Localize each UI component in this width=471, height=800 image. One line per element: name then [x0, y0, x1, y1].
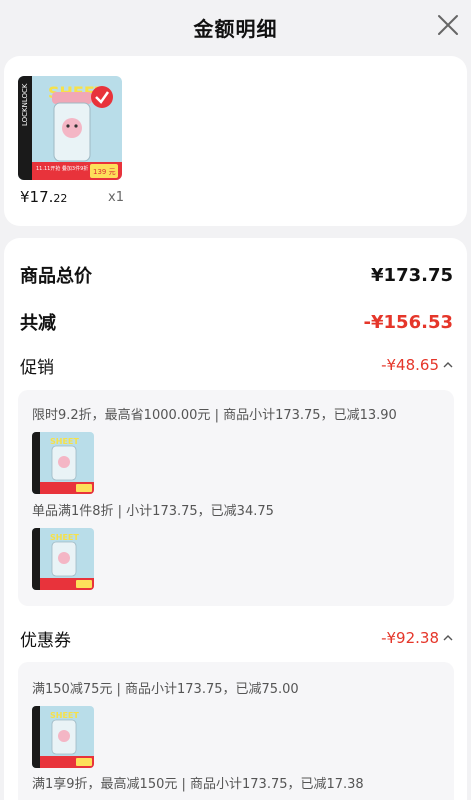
mini-product-image: SHEET: [32, 706, 94, 768]
coupon-row[interactable]: 优惠券 -¥92.38: [20, 623, 453, 653]
detail-card: 商品总价 ¥173.75 共减 -¥156.53 促销 -¥48.65 限时9.…: [4, 238, 467, 800]
total-label: 商品总价: [20, 266, 92, 287]
coupon-value-wrap[interactable]: -¥92.38: [381, 629, 453, 647]
discount-label: 共减: [20, 313, 56, 334]
badge-text: 11.11开抢 叠加3件9折: [36, 165, 88, 172]
badge-price: 139 元: [93, 168, 116, 176]
promotion-item-image-1[interactable]: SHEET: [32, 432, 94, 494]
product-price: ¥17.22: [20, 188, 67, 206]
chevron-up-icon[interactable]: [443, 633, 453, 643]
price-main: ¥17.: [20, 188, 54, 206]
promotion-row[interactable]: 促销 -¥48.65: [20, 350, 453, 380]
total-row: 商品总价 ¥173.75: [20, 260, 453, 290]
discount-row: 共减 -¥156.53: [20, 307, 453, 337]
page-title: 金额明细: [193, 17, 278, 41]
page-header: 金额明细: [0, 0, 471, 52]
coupon-rule-2: 满1享9折，最高减150元 | 商品小计173.75，已减17.38: [32, 777, 364, 792]
promotion-rule-2: 单品满1件8折 | 小计173.75，已减34.75: [32, 504, 274, 519]
mini-product-image: SHEET: [32, 432, 94, 494]
svg-text:SHEET: SHEET: [50, 711, 79, 720]
product-card: LOCKNLOCK SHEET 11.11开抢 叠加3件9折 139 元 ¥17…: [4, 56, 467, 226]
promotion-value: -¥48.65: [381, 356, 439, 374]
promotion-value-wrap[interactable]: -¥48.65: [381, 356, 453, 374]
promotion-details: 限时9.2折，最高省1000.00元 | 商品小计173.75，已减13.90 …: [18, 390, 454, 606]
close-icon: [438, 15, 458, 35]
coupon-rule-1: 满150减75元 | 商品小计173.75，已减75.00: [32, 682, 299, 697]
coupon-details: 满150减75元 | 商品小计173.75，已减75.00 SHEET 满1享9…: [18, 662, 454, 800]
promotion-label: 促销: [20, 357, 54, 378]
product-quantity: x1: [108, 190, 124, 205]
product-image-art: LOCKNLOCK SHEET 11.11开抢 叠加3件9折 139 元: [18, 76, 122, 180]
chevron-up-icon[interactable]: [443, 360, 453, 370]
svg-text:LOCKNLOCK: LOCKNLOCK: [21, 83, 29, 126]
discount-value: -¥156.53: [363, 311, 453, 333]
product-image[interactable]: LOCKNLOCK SHEET 11.11开抢 叠加3件9折 139 元: [18, 76, 122, 180]
coupon-value: -¥92.38: [381, 629, 439, 647]
total-value: ¥173.75: [371, 264, 453, 286]
mini-product-image: SHEET: [32, 528, 94, 590]
close-button[interactable]: [435, 12, 461, 38]
svg-text:SHEET: SHEET: [50, 533, 79, 542]
promotion-rule-1: 限时9.2折，最高省1000.00元 | 商品小计173.75，已减13.90: [32, 408, 397, 423]
coupon-label: 优惠券: [20, 630, 71, 651]
svg-text:SHEET: SHEET: [50, 437, 79, 446]
price-decimal: 22: [53, 192, 68, 205]
coupon-item-image-1[interactable]: SHEET: [32, 706, 94, 768]
promotion-item-image-2[interactable]: SHEET: [32, 528, 94, 590]
